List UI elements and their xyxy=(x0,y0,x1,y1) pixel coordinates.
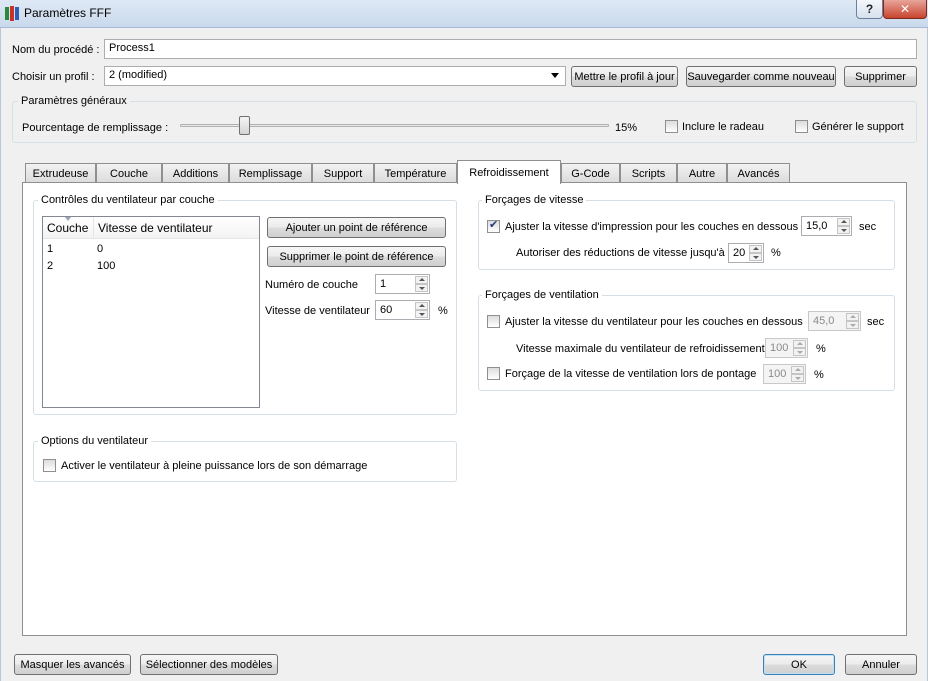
full-power-label: Activer le ventilateur à pleine puissanc… xyxy=(61,460,368,472)
layer-number-value: 1 xyxy=(380,278,387,290)
max-fan-speed-value: 100 xyxy=(770,342,789,354)
adjust-fan-speed-checkbox[interactable] xyxy=(487,315,500,328)
max-fan-speed-label: Vitesse maximale du ventilateur de refro… xyxy=(516,343,765,355)
process-name-input[interactable]: Process1 xyxy=(104,39,917,59)
spin-up-icon[interactable] xyxy=(793,340,806,348)
tab-scripts[interactable]: Scripts xyxy=(620,163,677,183)
spin-down-icon[interactable] xyxy=(791,374,804,382)
hide-advanced-button[interactable]: Masquer les avancés xyxy=(14,654,131,675)
row-layer-cell: 2 xyxy=(47,260,54,272)
adjust-fan-speed-spinbox[interactable]: 45,0 xyxy=(808,311,861,331)
spin-down-icon[interactable] xyxy=(415,310,428,318)
tab-temperature[interactable]: Température xyxy=(374,163,457,183)
adjust-print-speed-unit: sec xyxy=(859,221,877,233)
fan-speed-value: 60 xyxy=(380,304,393,316)
profile-label: Choisir un profil : xyxy=(12,71,95,83)
adjust-fan-speed-value: 45,0 xyxy=(813,315,835,327)
speed-reduction-label: Autoriser des réductions de vitesse jusq… xyxy=(516,247,725,259)
support-label: Générer le support xyxy=(812,121,904,133)
adjust-print-speed-checkbox[interactable] xyxy=(487,218,500,233)
full-power-checkbox[interactable] xyxy=(43,459,56,472)
speed-reduction-spinbox[interactable]: 20 xyxy=(728,243,764,263)
spin-down-icon[interactable] xyxy=(837,226,850,234)
layer-number-spinbox[interactable]: 1 xyxy=(375,274,430,294)
fan-speed-label: Vitesse de ventilateur xyxy=(265,305,370,317)
profile-selected-value: 2 (modified) xyxy=(109,69,168,81)
layer-number-label: Numéro de couche xyxy=(265,279,358,291)
select-models-button[interactable]: Sélectionner des modèles xyxy=(140,654,278,675)
adjust-print-speed-value: 15,0 xyxy=(806,220,828,232)
title-bar[interactable]: Paramètres FFF ? ✕ xyxy=(0,0,928,28)
speed-overrides-title: Forçages de vitesse xyxy=(482,194,587,206)
tab-couche[interactable]: Couche xyxy=(96,163,162,183)
speed-reduction-unit: % xyxy=(771,247,781,259)
fan-speed-unit: % xyxy=(438,305,448,317)
column-header-fan-speed[interactable]: Vitesse de ventilateur xyxy=(94,217,259,239)
support-checkbox[interactable] xyxy=(795,120,808,133)
window-title: Paramètres FFF xyxy=(24,6,112,20)
cooling-overrides-title: Forçages de ventilation xyxy=(482,289,602,301)
close-button[interactable]: ✕ xyxy=(883,0,927,19)
chevron-down-icon xyxy=(551,73,559,78)
tab-autre[interactable]: Autre xyxy=(677,163,727,183)
spin-down-icon[interactable] xyxy=(846,321,859,329)
raft-checkbox[interactable] xyxy=(665,120,678,133)
spin-down-icon[interactable] xyxy=(415,284,428,292)
tab-extrudeuse[interactable]: Extrudeuse xyxy=(25,163,96,183)
fan-speed-table[interactable]: Couche Vitesse de ventilateur 1 0 2 100 xyxy=(42,216,260,408)
tab-additions[interactable]: Additions xyxy=(162,163,229,183)
printer-app-icon xyxy=(5,6,19,21)
add-reference-point-button[interactable]: Ajouter un point de référence xyxy=(267,217,446,238)
row-layer-cell: 1 xyxy=(47,243,54,255)
max-fan-speed-spinbox[interactable]: 100 xyxy=(765,338,808,358)
cancel-button[interactable]: Annuler xyxy=(845,654,917,675)
adjust-print-speed-label: Ajuster la vitesse d'impression pour les… xyxy=(505,221,799,233)
delete-profile-button[interactable]: Supprimer xyxy=(844,66,917,87)
fan-options-title: Options du ventilateur xyxy=(38,435,152,447)
spin-up-icon[interactable] xyxy=(846,313,859,321)
infill-value: 15% xyxy=(615,122,638,134)
raft-label: Inclure le radeau xyxy=(682,121,764,133)
save-as-new-button[interactable]: Sauvegarder comme nouveau xyxy=(686,66,836,87)
max-fan-speed-unit: % xyxy=(816,343,826,355)
speed-reduction-value: 20 xyxy=(733,247,746,259)
spin-down-icon[interactable] xyxy=(793,348,806,356)
process-name-label: Nom du procédé : xyxy=(12,44,100,56)
ok-button[interactable]: OK xyxy=(763,654,835,675)
adjust-print-speed-spinbox[interactable]: 15,0 xyxy=(801,216,852,236)
fan-speed-spinbox[interactable]: 60 xyxy=(375,300,430,320)
bridging-fan-checkbox[interactable] xyxy=(487,367,500,380)
fan-controls-title: Contrôles du ventilateur par couche xyxy=(38,194,218,206)
bridging-fan-unit: % xyxy=(814,369,824,381)
help-button[interactable]: ? xyxy=(856,0,883,19)
tab-support[interactable]: Support xyxy=(312,163,374,183)
remove-reference-point-button[interactable]: Supprimer le point de référence xyxy=(267,246,446,267)
sort-indicator-icon xyxy=(65,217,71,221)
spin-up-icon[interactable] xyxy=(415,276,428,284)
tab-avances[interactable]: Avancés xyxy=(727,163,790,183)
infill-label: Pourcentage de remplissage : xyxy=(22,122,169,134)
infill-slider-handle[interactable] xyxy=(239,116,250,135)
spin-up-icon[interactable] xyxy=(749,245,762,253)
adjust-fan-speed-label: Ajuster la vitesse du ventilateur pour l… xyxy=(505,316,803,328)
general-params-title: Paramètres généraux xyxy=(18,95,130,107)
profile-select[interactable]: 2 (modified) xyxy=(104,66,566,86)
spin-up-icon[interactable] xyxy=(791,366,804,374)
row-speed-cell: 100 xyxy=(97,260,116,272)
bridging-fan-label: Forçage de la vitesse de ventilation lor… xyxy=(505,368,757,380)
tab-remplissage[interactable]: Remplissage xyxy=(229,163,312,183)
spin-up-icon[interactable] xyxy=(415,302,428,310)
spin-down-icon[interactable] xyxy=(749,253,762,261)
bridging-fan-value: 100 xyxy=(768,368,787,380)
row-speed-cell: 0 xyxy=(97,243,104,255)
tab-refroidissement[interactable]: Refroidissement xyxy=(457,160,561,184)
update-profile-button[interactable]: Mettre le profil à jour xyxy=(571,66,678,87)
adjust-fan-speed-unit: sec xyxy=(867,316,885,328)
bridging-fan-spinbox[interactable]: 100 xyxy=(763,364,806,384)
tab-gcode[interactable]: G-Code xyxy=(561,163,620,183)
spin-up-icon[interactable] xyxy=(837,218,850,226)
